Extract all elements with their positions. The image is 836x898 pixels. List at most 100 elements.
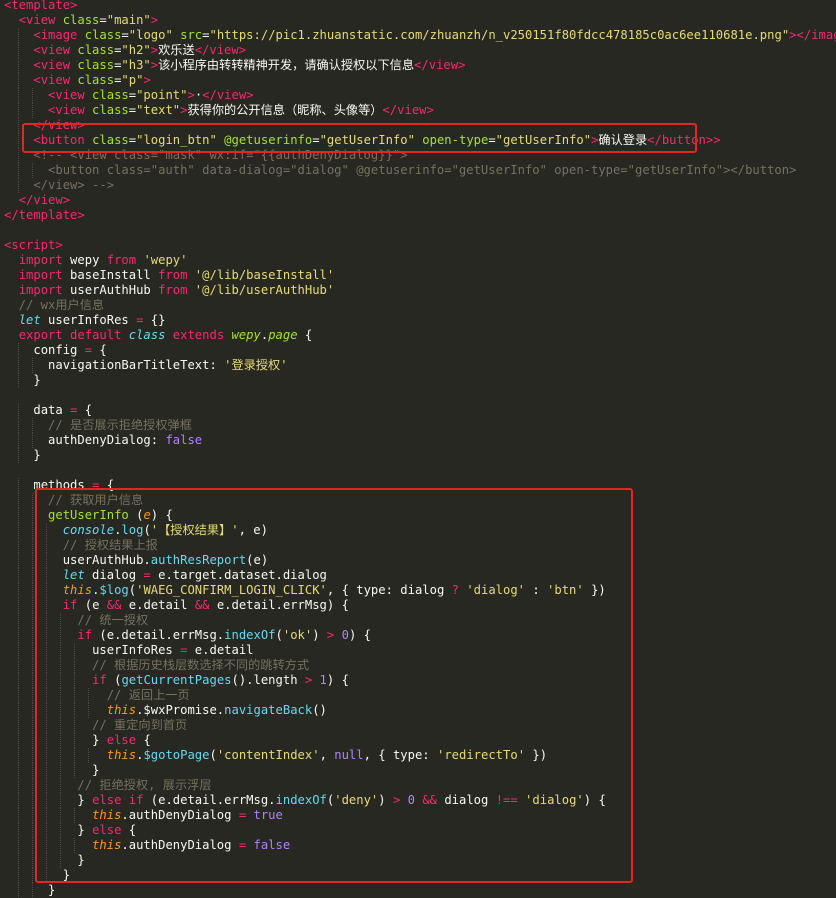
code-token: && xyxy=(106,598,122,612)
code-line: </template> xyxy=(4,208,85,223)
code-token: if xyxy=(77,628,93,642)
code-line: // 获取用户信息 xyxy=(4,493,143,508)
code-token: , e) xyxy=(238,523,268,537)
code-token: true xyxy=(246,808,283,822)
code-token: : xyxy=(150,433,166,447)
code-token: 'dialog' xyxy=(458,583,526,597)
code-token: $gotoPage xyxy=(143,748,210,762)
code-token: { xyxy=(92,343,107,357)
code-token: , { type: dialog xyxy=(326,583,452,597)
code-line: userInfoRes = e.detail xyxy=(4,643,253,658)
code-token: } xyxy=(33,448,41,462)
code-token: "p" xyxy=(121,73,144,87)
code-token: } xyxy=(48,883,56,897)
code-line: <view class="point">·</view> xyxy=(4,88,254,103)
code-token: (e.detail.errMsg. xyxy=(92,628,225,642)
code-token: </view> xyxy=(382,103,434,117)
code-token: "h2" xyxy=(121,43,151,57)
code-token: class xyxy=(84,88,129,102)
code-line: console.log('【授权结果】', e) xyxy=(4,523,268,538)
code-token: } xyxy=(77,853,85,867)
code-line: authDenyDialog: false xyxy=(4,433,202,448)
code-token: 'ok' xyxy=(282,628,313,642)
code-token: { xyxy=(121,823,137,837)
code-line: <template> xyxy=(4,0,77,13)
code-token: () xyxy=(312,703,327,717)
code-token: ( xyxy=(106,673,122,687)
code-editor[interactable]: <template> <view class="main"> <image cl… xyxy=(0,0,836,898)
code-token: (e xyxy=(77,598,107,612)
code-token: .$wxPromise. xyxy=(136,703,225,717)
code-token: "getUserInfo" xyxy=(319,133,415,147)
code-token: @getuserinfo xyxy=(216,133,313,147)
code-token: class xyxy=(70,73,115,87)
code-token: "logo" xyxy=(128,28,173,42)
code-token: </view> xyxy=(414,58,466,72)
code-token: '@/lib/userAuthHub' xyxy=(187,283,335,297)
code-token: = xyxy=(202,28,210,42)
code-line: userAuthHub.authResReport(e) xyxy=(4,553,268,568)
code-token: getCurrentPages xyxy=(121,673,232,687)
code-line: this.authDenyDialog = false xyxy=(4,838,290,853)
code-line: </view> xyxy=(4,118,84,133)
code-token: import xyxy=(18,253,63,267)
code-line: import wepy from 'wepy' xyxy=(4,253,188,268)
code-token: <view xyxy=(33,73,71,87)
code-token: > xyxy=(187,88,195,102)
code-line: <view class="main"> xyxy=(4,13,158,28)
code-token: > xyxy=(789,28,797,42)
code-token: authDenyDialog xyxy=(48,433,151,447)
code-token: 'WAEG_CONFIRM_LOGIN_CLICK' xyxy=(136,583,327,597)
code-token: = xyxy=(128,133,137,147)
code-token: ) { xyxy=(326,673,349,687)
code-line: // 是否展示拒绝授权弹框 xyxy=(4,418,192,433)
code-token: ().length xyxy=(231,673,305,687)
code-line: // 重定向到首页 xyxy=(4,718,187,733)
code-line: let dialog = e.target.dataset.dialog xyxy=(4,568,327,583)
code-token: </view> xyxy=(202,88,254,102)
code-line: this.$log('WAEG_CONFIRM_LOGIN_CLICK', { … xyxy=(4,583,606,598)
code-token: else xyxy=(92,823,122,837)
code-token: log xyxy=(121,523,144,537)
code-token: import xyxy=(18,283,63,297)
code-token: (e) xyxy=(246,553,269,567)
code-line: } xyxy=(4,763,99,778)
code-token: }) xyxy=(525,748,548,762)
code-token: default xyxy=(62,328,122,342)
code-token: this xyxy=(106,703,137,717)
code-token: 'wepy' xyxy=(136,253,188,267)
code-token: <script> xyxy=(4,238,63,252)
code-line: // 拒绝授权, 展示浮层 xyxy=(4,778,211,793)
code-token: ? xyxy=(451,583,459,597)
code-line: } else { xyxy=(4,733,151,748)
code-line: </view> xyxy=(4,193,70,208)
code-line: if (e && e.detail && e.detail.errMsg) { xyxy=(4,598,349,613)
code-token: this xyxy=(92,838,122,852)
code-token: from xyxy=(158,268,188,282)
code-token: <view xyxy=(18,13,56,27)
code-token: else if xyxy=(92,793,144,807)
code-token: e.detail xyxy=(121,598,195,612)
code-token: 1 xyxy=(312,673,327,687)
code-token: = xyxy=(488,133,496,147)
